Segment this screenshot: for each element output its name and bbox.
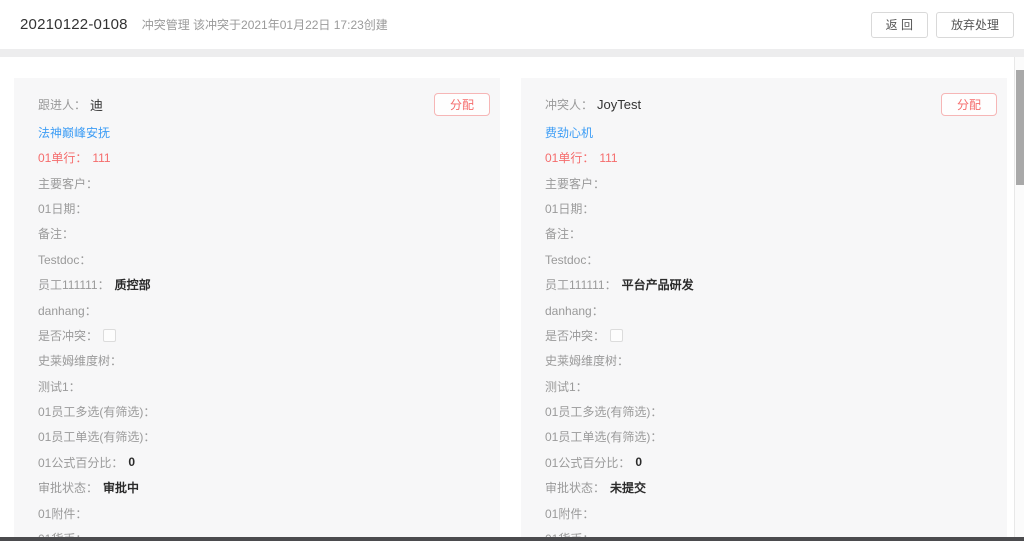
field-row: 01附件： <box>545 500 997 525</box>
page-title: 20210122-0108 <box>20 16 128 33</box>
field-row: 01单行： 111 <box>545 145 997 170</box>
field-row: 主要客户： <box>38 170 490 195</box>
assign-button[interactable]: 分配 <box>434 93 490 116</box>
field-row: 是否冲突： <box>38 323 490 348</box>
field-label: 01单行： <box>545 149 594 166</box>
field-label: 01员工多选(有筛选)： <box>38 403 155 420</box>
page-header: 20210122-0108 冲突管理 该冲突于2021年01月22日 17:23… <box>0 0 1024 49</box>
field-label: 备注： <box>545 225 581 242</box>
field-label: 是否冲突： <box>38 327 98 344</box>
field-label: 是否冲突： <box>545 327 605 344</box>
record-link[interactable]: 费劲心机 <box>545 124 593 141</box>
field-row: 01员工单选(有筛选)： <box>545 424 997 449</box>
field-row: 史莱姆维度树： <box>38 348 490 373</box>
field-label: 01公式百分比： <box>545 454 630 471</box>
field-label: 01员工单选(有筛选)： <box>38 428 155 445</box>
field-label: 01日期： <box>38 200 87 217</box>
back-button[interactable]: 返 回 <box>871 12 928 38</box>
field-row: 01员工单选(有筛选)： <box>38 424 490 449</box>
field-label: Testdoc： <box>38 251 91 268</box>
field-label: danhang： <box>545 302 604 319</box>
field-value: 质控部 <box>115 276 151 293</box>
field-value: 111 <box>599 151 617 165</box>
vertical-scrollbar[interactable] <box>1014 57 1024 537</box>
header-divider-band <box>0 49 1024 57</box>
field-label: 测试1： <box>545 378 588 395</box>
field-label: danhang： <box>38 302 97 319</box>
field-value: 审批中 <box>103 479 139 496</box>
field-label: 史莱姆维度树： <box>38 352 122 369</box>
header-actions: 返 回 放弃处理 <box>871 12 1014 38</box>
field-value: 0 <box>635 455 642 469</box>
person-label: 跟进人： <box>38 96 86 113</box>
record-link[interactable]: 法神巅峰安抚 <box>38 124 110 141</box>
scrollbar-thumb[interactable] <box>1016 70 1024 185</box>
field-row: 01附件： <box>38 500 490 525</box>
field-label: 主要客户： <box>545 175 605 192</box>
field-row: 01日期： <box>38 196 490 221</box>
field-row: 01公式百分比： 0 <box>545 450 997 475</box>
field-row: danhang： <box>38 297 490 322</box>
field-row: 史莱姆维度树： <box>545 348 997 373</box>
field-label: 史莱姆维度树： <box>545 352 629 369</box>
field-label: 01附件： <box>545 505 594 522</box>
field-label: 审批状态： <box>545 479 605 496</box>
record-link-row: 费劲心机 <box>545 120 997 145</box>
field-row: 备注： <box>545 221 997 246</box>
bottom-edge-bar <box>0 537 1024 541</box>
conflict-person-card: 冲突人： JoyTest 分配 费劲心机 01单行： 111 主要客户： 01日期： 备… <box>521 78 1007 541</box>
abandon-button[interactable]: 放弃处理 <box>936 12 1014 38</box>
field-label: 01员工多选(有筛选)： <box>545 403 662 420</box>
field-row: 01员工多选(有筛选)： <box>545 399 997 424</box>
field-label: 01公式百分比： <box>38 454 123 471</box>
person-value: 迪 <box>90 95 103 114</box>
field-row: 员工111111： 平台产品研发 <box>545 272 997 297</box>
field-label: 审批状态： <box>38 479 98 496</box>
field-label: Testdoc： <box>545 251 598 268</box>
person-label: 冲突人： <box>545 96 593 113</box>
field-label: 员工111111： <box>38 276 110 293</box>
field-label: 员工111111： <box>545 276 617 293</box>
field-row: 01日期： <box>545 196 997 221</box>
conflict-checkbox[interactable] <box>610 329 623 342</box>
field-label: 01员工单选(有筛选)： <box>545 428 662 445</box>
field-row: Testdoc： <box>545 247 997 272</box>
field-list: 01单行： 111 主要客户： 01日期： 备注： Testdoc： 员工111111： 平台… <box>545 145 997 541</box>
field-label: 测试1： <box>38 378 81 395</box>
field-label: 主要客户： <box>38 175 98 192</box>
conflict-checkbox[interactable] <box>103 329 116 342</box>
person-value: JoyTest <box>597 97 641 112</box>
card-header: 冲突人： JoyTest 分配 <box>545 89 997 120</box>
field-row: 审批状态： 审批中 <box>38 475 490 500</box>
field-list: 01单行： 111 主要客户： 01日期： 备注： Testdoc： 员工111111： 质控… <box>38 145 490 541</box>
record-link-row: 法神巅峰安抚 <box>38 120 490 145</box>
field-row: 测试1： <box>545 374 997 399</box>
field-row: danhang： <box>545 297 997 322</box>
field-value: 平台产品研发 <box>622 276 694 293</box>
field-value: 0 <box>128 455 135 469</box>
field-row: Testdoc： <box>38 247 490 272</box>
field-row: 01员工多选(有筛选)： <box>38 399 490 424</box>
field-label: 01日期： <box>545 200 594 217</box>
field-row: 审批状态： 未提交 <box>545 475 997 500</box>
field-value: 未提交 <box>610 479 646 496</box>
field-row: 主要客户： <box>545 170 997 195</box>
conflict-compare-area: 跟进人： 迪 分配 法神巅峰安抚 01单行： 111 主要客户： 01日期： 备注： Te… <box>0 57 1024 541</box>
field-row: 测试1： <box>38 374 490 399</box>
field-row: 是否冲突： <box>545 323 997 348</box>
field-label: 01附件： <box>38 505 87 522</box>
assign-button[interactable]: 分配 <box>941 93 997 116</box>
field-row: 01单行： 111 <box>38 145 490 170</box>
field-row: 备注： <box>38 221 490 246</box>
field-row: 员工111111： 质控部 <box>38 272 490 297</box>
follow-up-person-card: 跟进人： 迪 分配 法神巅峰安抚 01单行： 111 主要客户： 01日期： 备注： Te… <box>14 78 500 541</box>
field-value: 111 <box>92 151 110 165</box>
field-row: 01公式百分比： 0 <box>38 450 490 475</box>
field-label: 01单行： <box>38 149 87 166</box>
field-label: 备注： <box>38 225 74 242</box>
page-subtitle: 冲突管理 该冲突于2021年01月22日 17:23创建 <box>142 16 388 33</box>
card-header: 跟进人： 迪 分配 <box>38 89 490 120</box>
